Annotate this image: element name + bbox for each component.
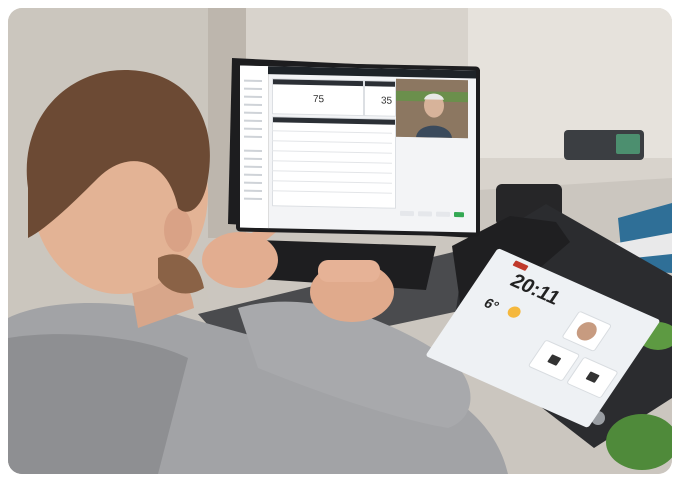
stat-value: 35 (381, 95, 393, 107)
table-header (273, 117, 395, 125)
left-hand (202, 232, 278, 288)
nav-item (244, 79, 262, 82)
dock-light (616, 134, 640, 154)
avatar (572, 319, 601, 344)
nav-item (244, 173, 262, 176)
control-button[interactable] (418, 211, 432, 217)
photo-frame: 75 35 20:11 6° (8, 8, 672, 474)
nav-item (244, 103, 262, 106)
ear (164, 208, 192, 252)
panel-header (365, 81, 395, 87)
laptop-screen: 75 35 (236, 61, 480, 237)
door-icon (547, 354, 562, 366)
right-fingers (318, 260, 380, 282)
nav-item (244, 87, 262, 90)
nav-item (244, 135, 262, 138)
nav-item (244, 119, 262, 122)
nav-item (244, 111, 262, 114)
stat-panel: 75 (272, 78, 364, 117)
panel-header (273, 79, 363, 87)
nav-item (244, 149, 262, 152)
nav-item (244, 95, 262, 98)
nav-item (244, 181, 262, 184)
caller-photo (396, 78, 468, 139)
stat-value: 75 (313, 94, 325, 106)
dashboard-sidebar (240, 65, 269, 229)
stat-panel: 35 (364, 80, 396, 117)
intercom-logo (512, 260, 529, 272)
nav-item (244, 157, 262, 160)
nav-item (244, 127, 262, 130)
nav-item (244, 197, 262, 200)
jacket-shadow (8, 334, 188, 474)
nav-item (244, 189, 262, 192)
caller-tile[interactable] (561, 310, 613, 353)
control-button[interactable] (400, 210, 414, 217)
dashboard-topbar (268, 66, 476, 79)
accept-button[interactable] (454, 212, 464, 218)
weather-temperature: 6° (481, 294, 503, 314)
video-call-feed (396, 78, 468, 139)
sun-icon (505, 304, 524, 320)
clock-time: 20:11 (506, 270, 565, 310)
door-icon (585, 371, 600, 383)
control-button[interactable] (436, 211, 450, 217)
nav-item (244, 165, 262, 168)
